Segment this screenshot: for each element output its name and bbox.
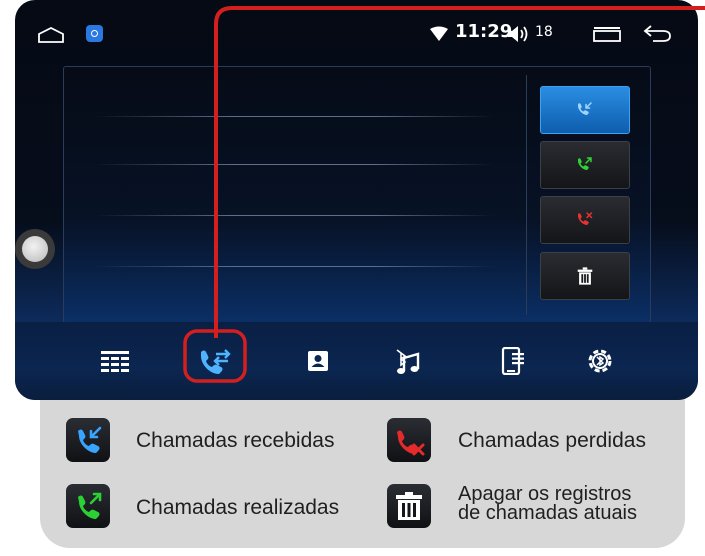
nav-bluetooth-settings[interactable] <box>580 342 620 380</box>
legend-missed-label: Chamadas perdidas <box>458 429 646 452</box>
status-bar: 11:29 18 <box>15 0 698 62</box>
call-log-panel <box>63 66 651 324</box>
volume-level: 18 <box>535 24 553 40</box>
bt-settings-icon <box>588 349 612 373</box>
legend-received-label: Chamadas recebidas <box>136 429 335 452</box>
call-missed-icon <box>578 212 593 225</box>
volume-icon <box>506 24 532 49</box>
head-unit-screen: 11:29 18 <box>15 0 698 400</box>
nav-phone-device[interactable] <box>493 342 533 380</box>
dialed-calls-button[interactable] <box>540 141 630 189</box>
received-calls-button[interactable] <box>540 86 630 134</box>
call-made-icon <box>578 157 592 170</box>
phone-device-icon <box>501 347 524 375</box>
call-received-icon <box>578 102 592 115</box>
call-log-row-divider <box>94 215 494 216</box>
call-missed-icon <box>387 418 431 462</box>
trash-icon <box>387 484 431 528</box>
recent-apps-icon[interactable] <box>592 26 622 47</box>
call-received-icon <box>66 418 110 462</box>
dialpad-icon <box>101 351 129 372</box>
legend-dialed-label: Chamadas realizadas <box>136 496 340 519</box>
bottom-nav-bar <box>15 322 698 400</box>
nav-call-log[interactable] <box>195 342 235 380</box>
bt-music-icon <box>396 349 420 374</box>
call-log-row-divider <box>94 164 494 165</box>
app-badge-icon[interactable] <box>86 25 103 42</box>
call-log-icon <box>201 349 231 374</box>
nav-dialpad[interactable] <box>95 342 135 380</box>
trash-icon <box>577 267 593 285</box>
legend-delete-label-line2: de chamadas atuais <box>458 502 638 524</box>
panel-divider <box>526 75 527 315</box>
contacts-icon <box>308 351 328 371</box>
nav-bluetooth-music[interactable] <box>387 342 427 380</box>
back-icon[interactable] <box>643 24 673 49</box>
status-time: 11:29 <box>455 21 513 42</box>
missed-calls-button[interactable] <box>540 196 630 244</box>
wifi-icon <box>429 26 449 47</box>
nav-contacts[interactable] <box>298 342 338 380</box>
call-log-row-divider <box>94 116 494 117</box>
legend-delete-label-line1: Apagar os registros <box>458 483 632 505</box>
home-icon[interactable] <box>37 26 65 49</box>
assistive-touch-knob <box>22 236 48 262</box>
delete-records-button[interactable] <box>540 252 630 300</box>
call-log-row-divider <box>94 266 494 267</box>
call-made-icon <box>66 484 110 528</box>
